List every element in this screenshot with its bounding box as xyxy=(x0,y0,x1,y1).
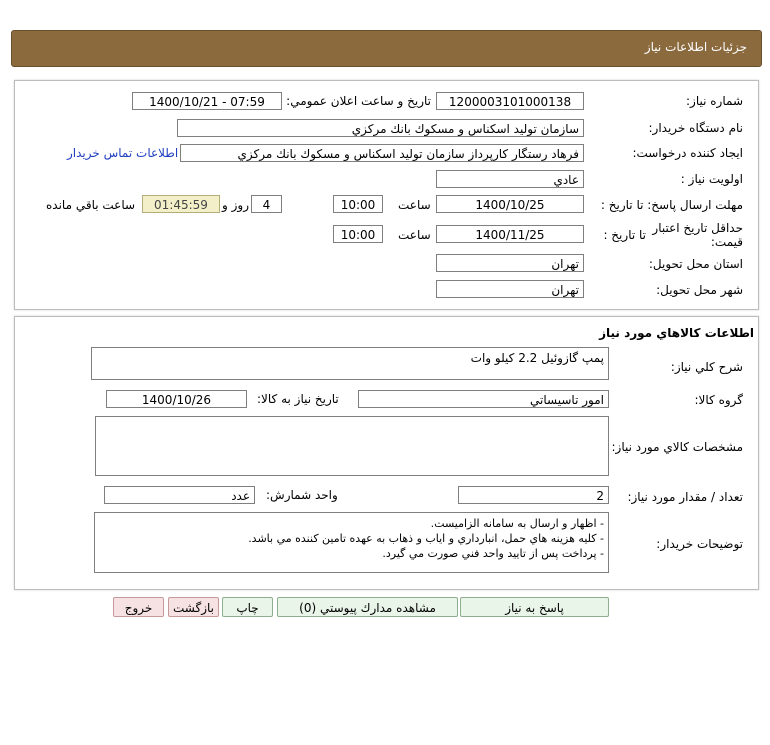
buyer-notes-label: توضيحات خريدار: xyxy=(656,537,743,551)
page-header: جزئيات اطلاعات نياز xyxy=(11,30,762,67)
deadline-date-field: 1400/10/25 xyxy=(436,195,584,213)
need-number-label: شماره نياز: xyxy=(686,94,743,108)
validity-date-field: 1400/11/25 xyxy=(436,225,584,243)
announce-label: تاريخ و ساعت اعلان عمومي: xyxy=(286,94,431,108)
goods-group-label: گروه كالا: xyxy=(694,393,744,407)
remaining-label: ساعت باقي مانده xyxy=(46,198,136,212)
deadline-label: مهلت ارسال پاسخ: تا تاريخ : xyxy=(600,198,743,212)
exit-button[interactable]: خروج xyxy=(113,597,164,617)
province-field: تهران xyxy=(436,254,584,272)
page-title: جزئيات اطلاعات نياز xyxy=(644,40,747,54)
remaining-time-field: 01:45:59 xyxy=(142,195,220,213)
requester-field: فرهاد رستگار كارپرداز سازمان توليد اسكنا… xyxy=(180,144,584,162)
goods-spec-field xyxy=(95,416,609,476)
validity-time-label: ساعت xyxy=(398,228,431,242)
days-label: روز و xyxy=(222,198,249,212)
need-desc-field: پمپ گازوئيل 2.2 كيلو وات xyxy=(91,347,609,380)
note-line: - پرداخت پس از تاييد واحد فني صورت مي گي… xyxy=(382,547,604,560)
goods-spec-label: مشخصات كالاي مورد نياز: xyxy=(611,440,743,454)
requester-label: ايجاد كننده درخواست: xyxy=(632,146,743,160)
days-field: 4 xyxy=(251,195,282,213)
note-line: - كليه هزينه هاي حمل، انبارداري و اياب و… xyxy=(248,532,604,545)
validity-label-2: قيمت: xyxy=(710,235,743,249)
print-button[interactable]: چاپ xyxy=(222,597,273,617)
unit-field: عدد xyxy=(104,486,255,504)
need-desc-label: شرح كلي نياز: xyxy=(670,360,743,374)
validity-to-label: تا تاريخ : xyxy=(603,228,646,242)
need-info-panel xyxy=(14,80,759,310)
unit-label: واحد شمارش: xyxy=(266,488,338,502)
need-date-field: 1400/10/26 xyxy=(106,390,247,408)
goods-group-field: امور تاسيساتي xyxy=(358,390,609,408)
need-number-field: 1200003101000138 xyxy=(436,92,584,110)
validity-time-field: 10:00 xyxy=(333,225,383,243)
back-button[interactable]: بازگشت xyxy=(168,597,219,617)
qty-label: تعداد / مقدار مورد نياز: xyxy=(627,490,743,504)
view-documents-button[interactable]: مشاهده مدارك پيوستي (0) xyxy=(277,597,458,617)
buyer-notes-field: - اظهار و ارسال به سامانه الزاميست. - كل… xyxy=(94,512,609,573)
buyer-org-label: نام دستگاه خريدار: xyxy=(648,121,744,135)
city-field: تهران xyxy=(436,280,584,298)
buyer-org-field: سازمان توليد اسكناس و مسكوك بانك مركزي xyxy=(177,119,584,137)
validity-label-1: حداقل تاريخ اعتبار xyxy=(652,221,743,235)
city-label: شهر محل تحويل: xyxy=(656,283,743,297)
note-line: - اظهار و ارسال به سامانه الزاميست. xyxy=(430,517,604,530)
deadline-time-label: ساعت xyxy=(398,198,431,212)
goods-section-title: اطلاعات كالاهاي مورد نياز xyxy=(599,326,754,340)
qty-field: 2 xyxy=(458,486,609,504)
priority-field: عادي xyxy=(436,170,584,188)
priority-label: اولويت نياز : xyxy=(680,172,743,186)
province-label: استان محل تحويل: xyxy=(648,257,743,271)
contact-buyer-link[interactable]: اطلاعات تماس خريدار xyxy=(67,146,178,160)
announce-field: 1400/10/21 - 07:59 xyxy=(132,92,282,110)
reply-button[interactable]: پاسخ به نياز xyxy=(460,597,609,617)
need-date-label: تاريخ نياز به كالا: xyxy=(257,392,339,406)
deadline-time-field: 10:00 xyxy=(333,195,383,213)
